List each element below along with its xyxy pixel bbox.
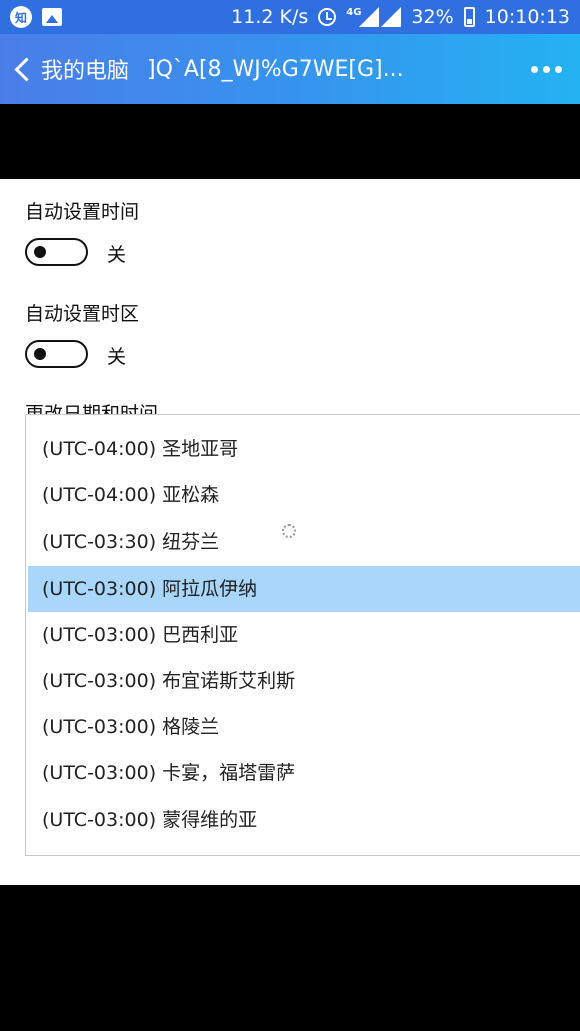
- clock: 10:10:13: [484, 6, 570, 28]
- battery-percent: 32%: [411, 6, 454, 28]
- alarm-icon: [318, 8, 337, 26]
- auto-time-toggle[interactable]: [25, 238, 88, 266]
- change-datetime-label: 更改日期和时间: [25, 403, 159, 414]
- loading-spinner-icon: [282, 524, 296, 538]
- timezone-option[interactable]: (UTC-03:00) 格陵兰: [28, 704, 580, 750]
- back-chevron-icon[interactable]: [14, 56, 39, 82]
- document-title: ]Q`A[8_WJ%G7WE[G]...: [147, 56, 404, 82]
- timezone-dropdown-list[interactable]: (UTC-04:00) 圣地亚哥 (UTC-04:00) 亚松森 (UTC-03…: [25, 414, 580, 856]
- zhihu-icon: 知: [10, 6, 32, 28]
- battery-icon: [463, 7, 475, 27]
- auto-timezone-label: 自动设置时区: [25, 303, 140, 325]
- timezone-option[interactable]: (UTC-04:00) 亚松森: [28, 472, 580, 518]
- timezone-option[interactable]: (UTC-03:00) 巴西利亚: [28, 612, 580, 658]
- back-button-label[interactable]: 我的电脑: [41, 53, 129, 85]
- auto-timezone-state: 关: [107, 346, 127, 368]
- toggle-knob: [34, 348, 46, 360]
- timezone-option[interactable]: (UTC-03:30) 纽芬兰: [28, 519, 580, 565]
- auto-timezone-toggle[interactable]: [25, 340, 88, 368]
- timezone-option[interactable]: (UTC-03:00) 卡宴，福塔雷萨: [28, 750, 580, 796]
- more-options-icon[interactable]: [531, 65, 562, 73]
- timezone-option-selected[interactable]: (UTC-03:00) 阿拉瓜伊纳: [28, 566, 580, 612]
- black-band: [0, 104, 580, 179]
- signal-icon: 4G: [346, 7, 402, 27]
- network-speed: 11.2 K/s: [231, 6, 309, 28]
- auto-time-label: 自动设置时间: [25, 201, 140, 223]
- image-icon: [42, 8, 62, 26]
- toggle-knob: [34, 246, 46, 258]
- timezone-option[interactable]: (UTC-03:00) 蒙得维的亚: [28, 797, 580, 843]
- timezone-option[interactable]: (UTC-03:00) 布宜诺斯艾利斯: [28, 658, 580, 704]
- bottom-black-area: [0, 885, 580, 1031]
- timezone-option[interactable]: (UTC-04:00) 圣地亚哥: [28, 426, 580, 472]
- title-bar: 我的电脑 ]Q`A[8_WJ%G7WE[G]...: [0, 34, 580, 104]
- status-bar: 知 11.2 K/s 4G 32% 10:10:13: [0, 0, 580, 34]
- auto-time-state: 关: [107, 244, 127, 266]
